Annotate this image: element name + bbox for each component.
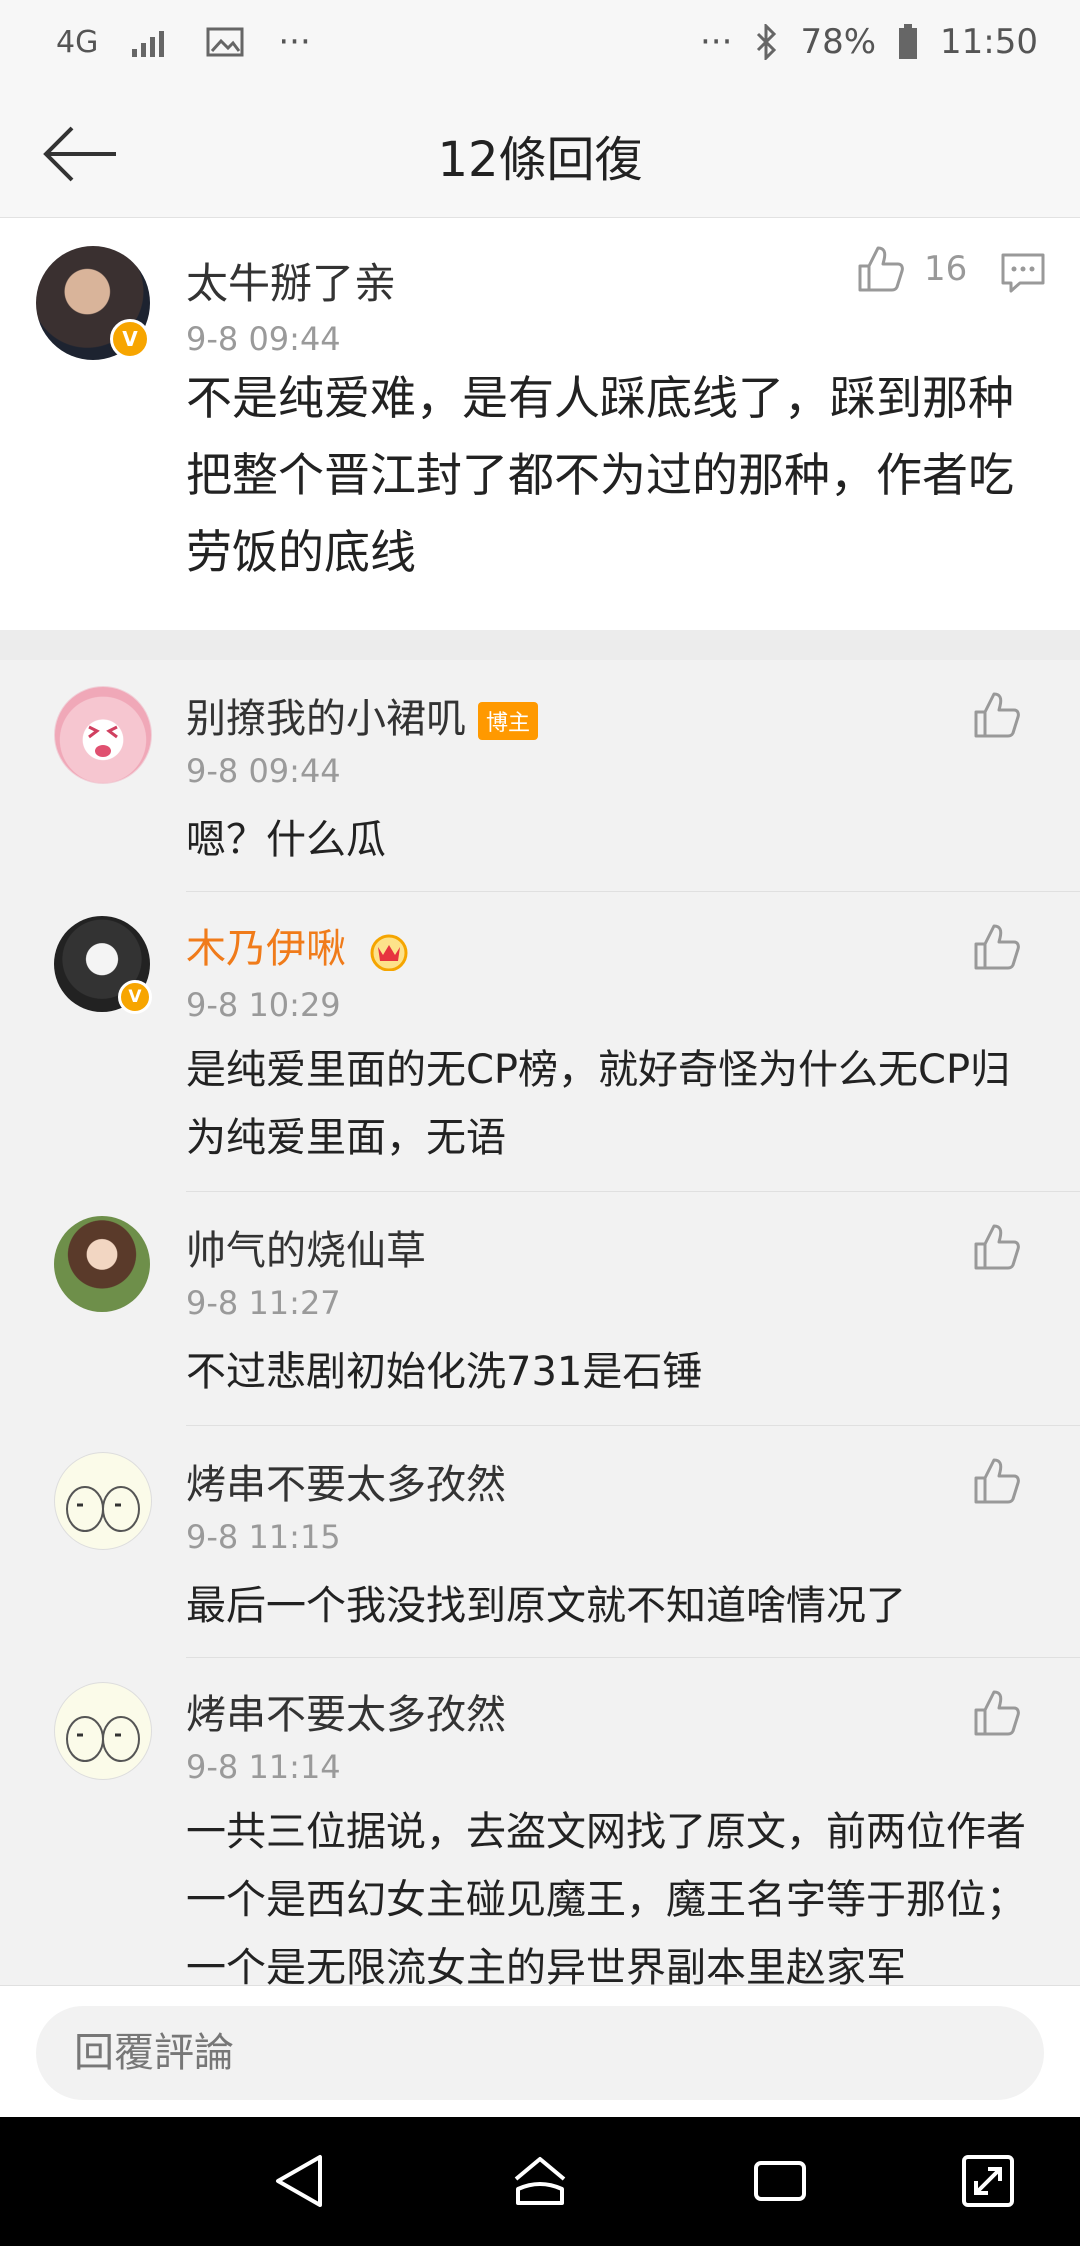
home-icon [514, 2157, 566, 2205]
reply-input[interactable]: 回覆評論 [36, 2006, 1044, 2100]
nav-home-button[interactable] [510, 2151, 570, 2211]
verified-badge-icon: V [118, 980, 152, 1014]
more-status: ··· [700, 22, 733, 62]
reply-text: 嗯？什么瓜 [186, 817, 386, 863]
thumbs-up-icon [974, 1690, 1020, 1736]
reply-author[interactable]: 烤串不要太多孜然 [186, 1452, 506, 1510]
image-icon [206, 27, 244, 57]
reply-item: 帅气的烧仙草 9-8 11:27 不过悲剧初始化洗731是石锤 [0, 1192, 1080, 1426]
clock: 11:50 [940, 22, 1038, 62]
like-button[interactable] [972, 690, 1022, 740]
nav-back-button[interactable] [270, 2151, 330, 2211]
header: 12條回復 [0, 92, 1080, 218]
reply-author[interactable]: 木乃伊啾 [186, 916, 411, 974]
like-button[interactable] [972, 1456, 1022, 1506]
reply-item: 烤串不要太多孜然 9-8 11:15 最后一个我没找到原文就不知道啥情况了 [0, 1426, 1080, 1658]
avatar[interactable] [54, 1216, 150, 1312]
blogger-tag: 博主 [478, 702, 539, 740]
status-bar: 4G ··· ··· 78% 11:50 [0, 0, 1080, 92]
reply-item: V 木乃伊啾 9-8 10:29 是纯爱里面的无CP榜，就好奇怪为什么无CP归为… [0, 892, 1080, 1192]
reply-text: 最后一个我没找到原文就不知道啥情况了 [186, 1583, 906, 1629]
bluetooth-icon [757, 24, 777, 60]
main-comment: V 太牛掰了亲 9-8 09:44 16 不是纯爱难，是有人踩底线了，踩到那种把… [0, 218, 1080, 630]
reply-author-name[interactable]: 别撩我的小裙叽 [186, 696, 466, 742]
triangle-back-icon [276, 2155, 322, 2207]
reply-text: 一共三位据说，去盗文网找了原文，前两位作者一个是西幻女主碰见魔王，魔王名字等于那… [186, 1809, 1026, 1985]
thumbs-up-icon [974, 924, 1020, 970]
nav-recents-button[interactable] [750, 2151, 810, 2211]
reply-text: 是纯爱里面的无CP榜，就好奇怪为什么无CP归为纯爱里面，无语 [186, 1047, 1011, 1161]
reply-item: 别撩我的小裙叽 博主 9-8 09:44 嗯？什么瓜 [0, 660, 1080, 892]
reply-text: 不过悲剧初始化洗731是石锤 [186, 1349, 703, 1395]
reply-bar: 回覆評論 [0, 1985, 1080, 2118]
section-separator [0, 630, 1080, 660]
reply-time: 9-8 11:15 [186, 1518, 341, 1556]
reply-time: 9-8 11:27 [186, 1284, 341, 1322]
recents-icon [754, 2161, 806, 2201]
reply-time: 9-8 11:14 [186, 1748, 341, 1786]
like-button[interactable] [972, 1688, 1022, 1738]
signal-icon [132, 31, 165, 57]
crown-icon [370, 934, 408, 971]
avatar[interactable] [54, 1682, 152, 1780]
more-notifications: ··· [278, 22, 311, 62]
thumbs-up-icon [974, 692, 1020, 738]
reply-author[interactable]: 烤串不要太多孜然 [186, 1682, 506, 1740]
nav-expand-button[interactable] [958, 2151, 1018, 2211]
thumbs-up-icon [974, 1224, 1020, 1270]
expand-icon [962, 2155, 1014, 2207]
reply-item: 烤串不要太多孜然 9-8 11:14 一共三位据说，去盗文网找了原文，前两位作者… [0, 1658, 1080, 1985]
verified-badge-icon: V [110, 319, 150, 359]
like-button[interactable] [972, 922, 1022, 972]
like-button[interactable] [972, 1222, 1022, 1272]
navigation-bar [0, 2117, 1080, 2246]
thumbs-up-icon [974, 1458, 1020, 1504]
battery-icon [899, 24, 918, 59]
reply-time: 9-8 10:29 [186, 986, 341, 1024]
network-icon: 4G [56, 24, 99, 60]
avatar[interactable] [54, 686, 152, 784]
reply-author[interactable]: 帅气的烧仙草 [186, 1218, 426, 1276]
reply-author[interactable]: 别撩我的小裙叽 博主 [186, 686, 539, 744]
reply-author-name[interactable]: 木乃伊啾 [186, 926, 346, 972]
avatar[interactable] [54, 1452, 152, 1550]
battery-percent: 78% [800, 22, 877, 62]
page-title: 12條回復 [437, 132, 643, 188]
reply-time: 9-8 09:44 [186, 752, 341, 790]
comment-text: 不是纯爱难，是有人踩底线了，踩到那种把整个晋江封了都不为过的那种，作者吃劳饭的底… [186, 371, 1014, 579]
